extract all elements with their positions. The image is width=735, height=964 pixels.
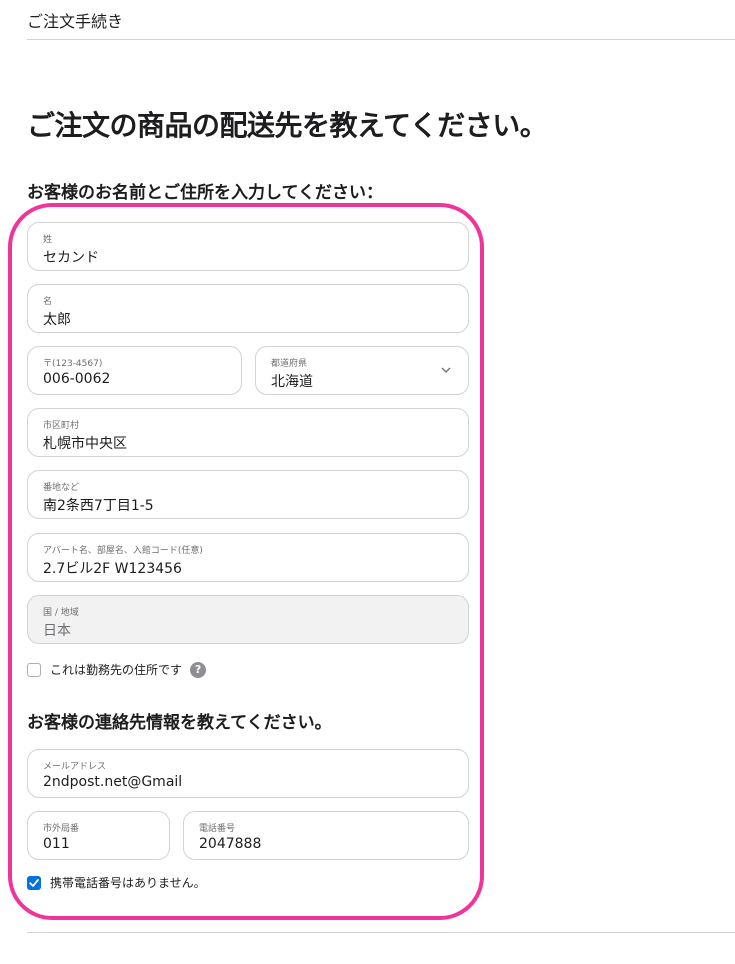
area-code-value[interactable]: 011 [43, 836, 70, 852]
city-field[interactable]: 市区町村 札幌市中央区 [27, 408, 469, 457]
country-label: 国 / 地域 [43, 608, 79, 618]
first-name-value[interactable]: 太郎 [43, 309, 71, 329]
name-address-heading: お客様のお名前とご住所を入力してください： [27, 183, 383, 203]
country-value: 日本 [43, 623, 71, 639]
prefecture-select[interactable]: 都道府県 北海道 [255, 346, 469, 395]
check-icon [29, 878, 39, 887]
page-title: ご注文の商品の配送先を教えてください。 [27, 109, 548, 142]
country-field: 国 / 地域 日本 [27, 595, 469, 644]
postal-code-field[interactable]: 〒(123-4567) 006-0062 [27, 346, 242, 395]
bottom-divider [27, 932, 735, 933]
chevron-down-icon[interactable] [440, 364, 452, 376]
header-bar: ご注文手続き [27, 0, 735, 40]
street-label: 番地など [43, 483, 80, 493]
email-value[interactable]: 2ndpost.net@Gmail [43, 774, 182, 790]
phone-label: 電話番号 [199, 824, 236, 834]
no-mobile-checkbox[interactable] [27, 875, 41, 890]
postal-code-value[interactable]: 006-0062 [43, 371, 110, 387]
phone-field[interactable]: 電話番号 2047888 [183, 811, 469, 860]
no-mobile-row[interactable]: 携帯電話番号はありません。 [27, 874, 206, 891]
building-field[interactable]: アパート名、部屋名、入館コード(任意) 2.7ビル2F W123456 [27, 533, 469, 582]
area-code-field[interactable]: 市外局番 011 [27, 811, 170, 860]
street-value[interactable]: 南2条西7丁目1-5 [43, 495, 154, 515]
contact-heading: お客様の連絡先情報を教えてください。 [27, 713, 332, 733]
street-field[interactable]: 番地など 南2条西7丁目1-5 [27, 470, 469, 519]
area-code-label: 市外局番 [43, 824, 80, 834]
city-value[interactable]: 札幌市中央区 [43, 433, 127, 453]
page-header-title: ご注文手続き [27, 12, 124, 31]
email-label: メールアドレス [43, 762, 107, 772]
work-address-row[interactable]: これは勤務先の住所です ? [27, 661, 207, 678]
city-label: 市区町村 [43, 421, 80, 431]
email-field[interactable]: メールアドレス 2ndpost.net@Gmail [27, 749, 469, 798]
prefecture-label: 都道府県 [271, 359, 308, 369]
work-address-label[interactable]: これは勤務先の住所です [50, 661, 182, 678]
prefecture-value[interactable]: 北海道 [271, 371, 313, 391]
first-name-field[interactable]: 名 太郎 [27, 284, 469, 333]
last-name-value[interactable]: セカンド [43, 247, 99, 267]
last-name-field[interactable]: 姓 セカンド [27, 222, 469, 271]
building-label: アパート名、部屋名、入館コード(任意) [43, 546, 203, 556]
first-name-label: 名 [43, 297, 53, 307]
work-address-checkbox[interactable] [27, 662, 41, 677]
phone-value[interactable]: 2047888 [199, 836, 261, 852]
help-icon[interactable]: ? [190, 661, 207, 678]
no-mobile-label[interactable]: 携帯電話番号はありません。 [50, 874, 206, 891]
building-value[interactable]: 2.7ビル2F W123456 [43, 558, 182, 578]
postal-code-label: 〒(123-4567) [43, 359, 103, 369]
last-name-label: 姓 [43, 235, 53, 245]
